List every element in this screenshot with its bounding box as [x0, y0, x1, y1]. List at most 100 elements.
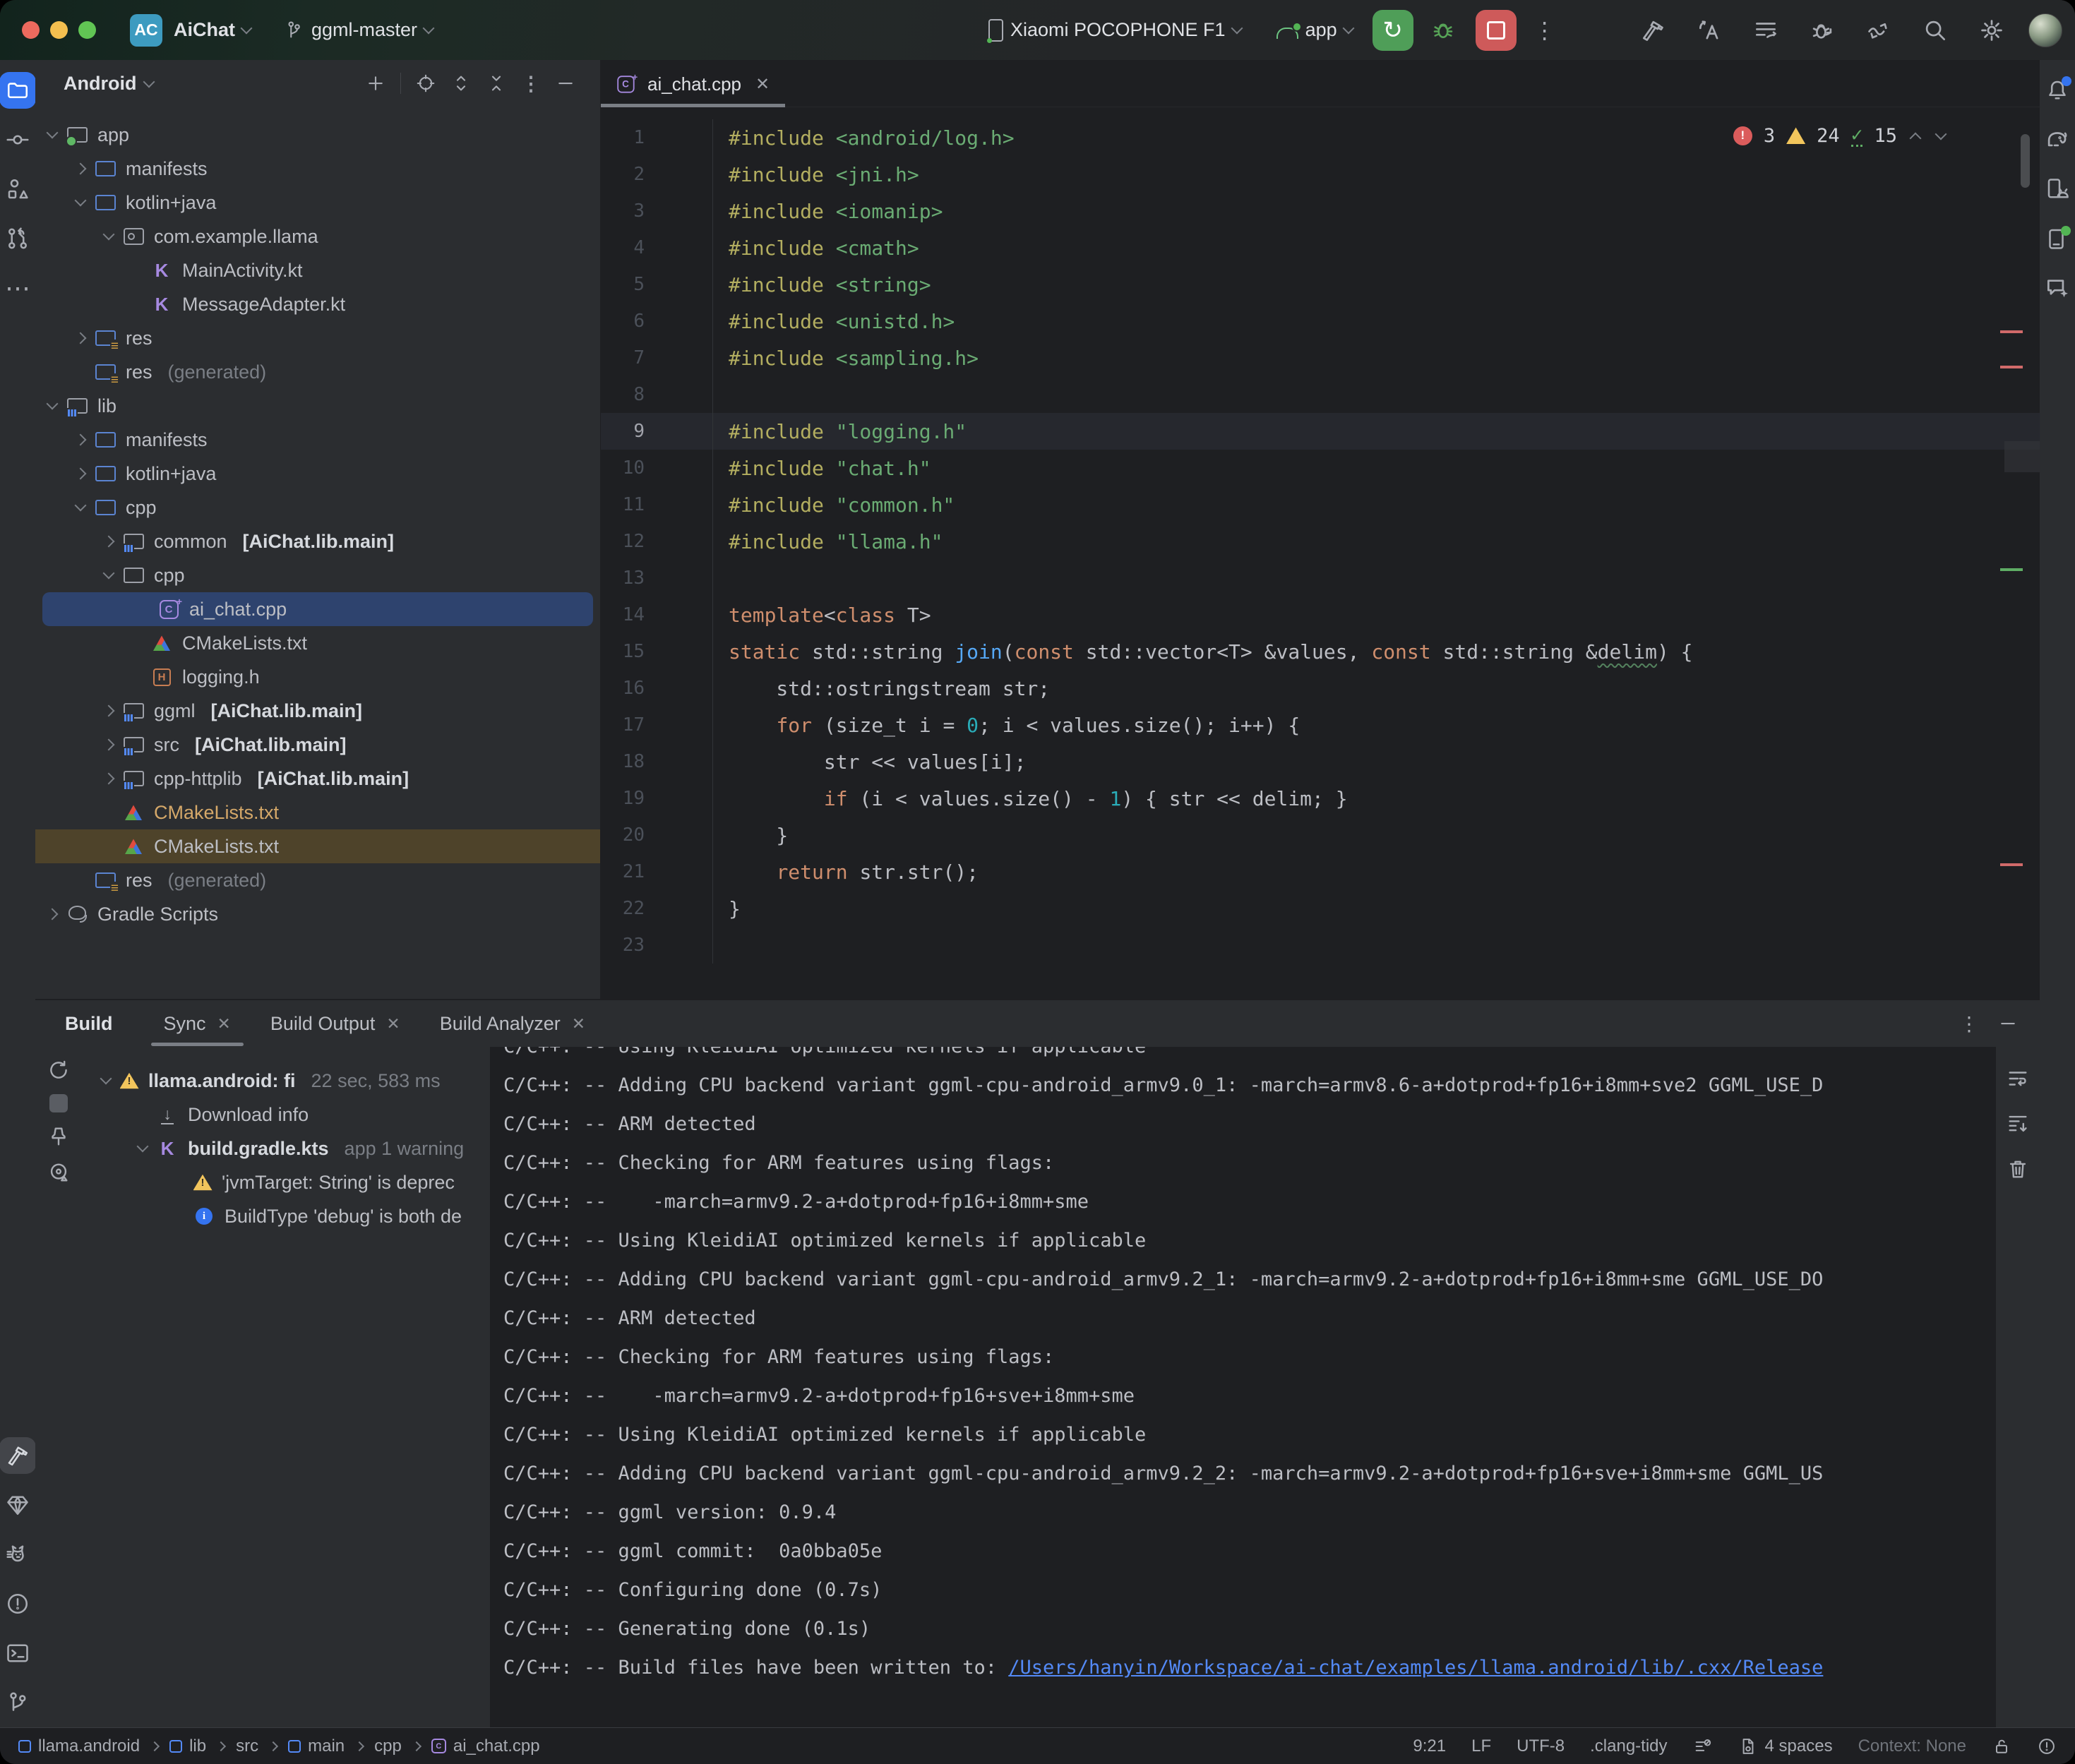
tab-sync[interactable]: Sync ✕ [147, 1001, 248, 1046]
chevron-down-icon[interactable] [75, 500, 87, 512]
version-control-tool-button[interactable] [0, 1684, 36, 1721]
chevron-right-icon[interactable] [75, 468, 87, 480]
commit-tool-button[interactable] [0, 121, 36, 158]
log-file-link[interactable]: /Users/hanyin/Workspace/ai-chat/examples… [1008, 1657, 1823, 1679]
tree-row[interactable]: src[AiChat.lib.main] [35, 728, 600, 762]
chevron-right-icon[interactable] [75, 332, 87, 344]
more-options-icon[interactable]: ⋮ [1959, 1012, 1979, 1036]
stop-button[interactable] [1476, 10, 1517, 51]
build-project-button[interactable] [1633, 11, 1673, 50]
breadcrumb-item[interactable]: main [288, 1736, 345, 1756]
chevron-down-icon[interactable] [47, 127, 59, 139]
device-manager-button[interactable] [2039, 171, 2075, 208]
close-tab-icon[interactable]: ✕ [572, 1014, 585, 1033]
tab-build-output[interactable]: Build Output ✕ [253, 1001, 417, 1046]
encoding-widget[interactable]: UTF-8 [1517, 1736, 1565, 1756]
more-run-actions-button[interactable]: ⋮ [1526, 17, 1563, 44]
caret-position-widget[interactable]: 9:21 [1413, 1736, 1446, 1756]
tree-row[interactable]: CMakeLists.txt [35, 626, 600, 660]
tree-row[interactable]: cpp [35, 558, 600, 592]
ai-transform-button[interactable] [1859, 11, 1898, 50]
tree-row[interactable]: ggml[AiChat.lib.main] [35, 694, 600, 728]
tree-row[interactable]: cpp [35, 491, 600, 524]
chevron-down-icon[interactable] [103, 568, 115, 580]
chevron-right-icon[interactable] [103, 739, 115, 751]
pin-icon[interactable] [47, 1124, 71, 1148]
editor-scrollbar-thumb[interactable] [2021, 134, 2030, 188]
tree-row[interactable]: BuildType 'debug' is both de [82, 1199, 490, 1233]
tab-build-analyzer[interactable]: Build Analyzer ✕ [423, 1001, 602, 1046]
breadcrumb-item[interactable]: ai_chat.cpp [431, 1736, 540, 1756]
soft-wrap-icon[interactable] [2006, 1067, 2030, 1091]
tree-row[interactable]: MainActivity.kt [35, 253, 600, 287]
editor-tab[interactable]: ai_chat.cpp ✕ [601, 61, 785, 107]
breadcrumb-item[interactable]: llama.android [18, 1736, 140, 1756]
scroll-to-end-icon[interactable] [2006, 1112, 2030, 1136]
hide-panel-icon[interactable] [555, 73, 576, 94]
tree-row[interactable]: logging.h [35, 660, 600, 694]
tree-row[interactable]: cpp-httplib[AiChat.lib.main] [35, 762, 600, 796]
more-tool-windows-button[interactable]: ⋯ [0, 270, 36, 306]
run-configuration-selector[interactable]: app [1276, 19, 1353, 41]
project-widget[interactable]: AC AiChat [130, 14, 251, 47]
tree-row[interactable]: common[AiChat.lib.main] [35, 524, 600, 558]
tree-row[interactable]: ai_chat.cpp [42, 592, 593, 626]
build-tool-button[interactable] [0, 1437, 36, 1474]
clang-tidy-widget[interactable]: .clang-tidy [1590, 1736, 1667, 1756]
chevron-right-icon[interactable] [103, 536, 115, 548]
zoom-window-button[interactable] [78, 21, 96, 39]
formatter-widget[interactable] [1693, 1736, 1713, 1756]
chevron-right-icon[interactable] [75, 434, 87, 446]
tree-row[interactable]: res [35, 321, 600, 355]
user-avatar[interactable] [2028, 13, 2062, 47]
close-tab-icon[interactable]: ✕ [755, 74, 770, 95]
tree-row[interactable]: app [35, 118, 600, 152]
tree-row[interactable]: res(generated) [35, 355, 600, 389]
hide-panel-icon[interactable] [1997, 1013, 2019, 1034]
tree-row[interactable]: manifests [35, 152, 600, 186]
more-options-icon[interactable]: ⋮ [521, 72, 541, 95]
context-widget[interactable]: Context: None [1858, 1736, 1966, 1756]
project-view-selector[interactable]: Android [64, 73, 136, 95]
gemini-button[interactable] [2039, 270, 2075, 306]
vcs-branch-widget[interactable]: ggml-master [283, 19, 433, 41]
terminal-tool-button[interactable] [0, 1635, 36, 1672]
tree-row[interactable]: CMakeLists.txt [35, 829, 600, 863]
rerun-button[interactable]: ↻ [1373, 10, 1413, 51]
tree-row[interactable]: 'jvmTarget: String' is deprec [82, 1165, 490, 1199]
app-quality-insights-button[interactable] [0, 1487, 36, 1523]
pull-requests-tool-button[interactable] [0, 220, 36, 257]
tree-row[interactable]: MessageAdapter.kt [35, 287, 600, 321]
search-everywhere-button[interactable] [1915, 11, 1955, 50]
tree-row[interactable]: Gradle Scripts [35, 897, 600, 931]
profiler-button[interactable] [1802, 11, 1842, 50]
tree-row[interactable]: CMakeLists.txt [35, 796, 600, 829]
chevron-down-icon[interactable] [103, 229, 115, 241]
error-stripe[interactable] [2004, 107, 2040, 999]
re-sync-icon[interactable] [47, 1058, 71, 1082]
stop-sync-icon[interactable] [49, 1094, 68, 1112]
build-console[interactable]: C/C++: -- Using KleidiAI optimized kerne… [490, 1047, 1996, 1727]
minimize-window-button[interactable] [50, 21, 68, 39]
tree-row[interactable]: res(generated) [35, 863, 600, 897]
tree-row[interactable]: lib [35, 389, 600, 423]
tree-row[interactable]: manifests [35, 423, 600, 457]
next-issue-icon[interactable] [1935, 128, 1947, 140]
indent-widget[interactable]: 4 spaces [1738, 1736, 1833, 1756]
error-highlighting-widget[interactable] [2037, 1736, 2057, 1756]
tree-row[interactable]: com.example.llama [35, 220, 600, 253]
tree-row[interactable]: kotlin+java [35, 457, 600, 491]
notifications-button[interactable] [2039, 72, 2075, 109]
close-window-button[interactable] [22, 21, 40, 39]
breadcrumb-item[interactable]: src [236, 1736, 258, 1756]
inspections-widget[interactable]: ! 3 24 ✓ 15 [1733, 124, 1948, 147]
logcat-tool-button[interactable] [0, 1536, 36, 1573]
breadcrumb-item[interactable]: lib [169, 1736, 206, 1756]
structure-tool-button[interactable] [0, 171, 36, 208]
locate-file-icon[interactable] [415, 73, 436, 94]
ai-actions-button[interactable] [1690, 11, 1729, 50]
collapse-all-icon[interactable] [486, 73, 507, 94]
debug-button[interactable] [1423, 11, 1463, 50]
settings-button[interactable] [1972, 11, 2011, 50]
chevron-right-icon[interactable] [103, 705, 115, 717]
